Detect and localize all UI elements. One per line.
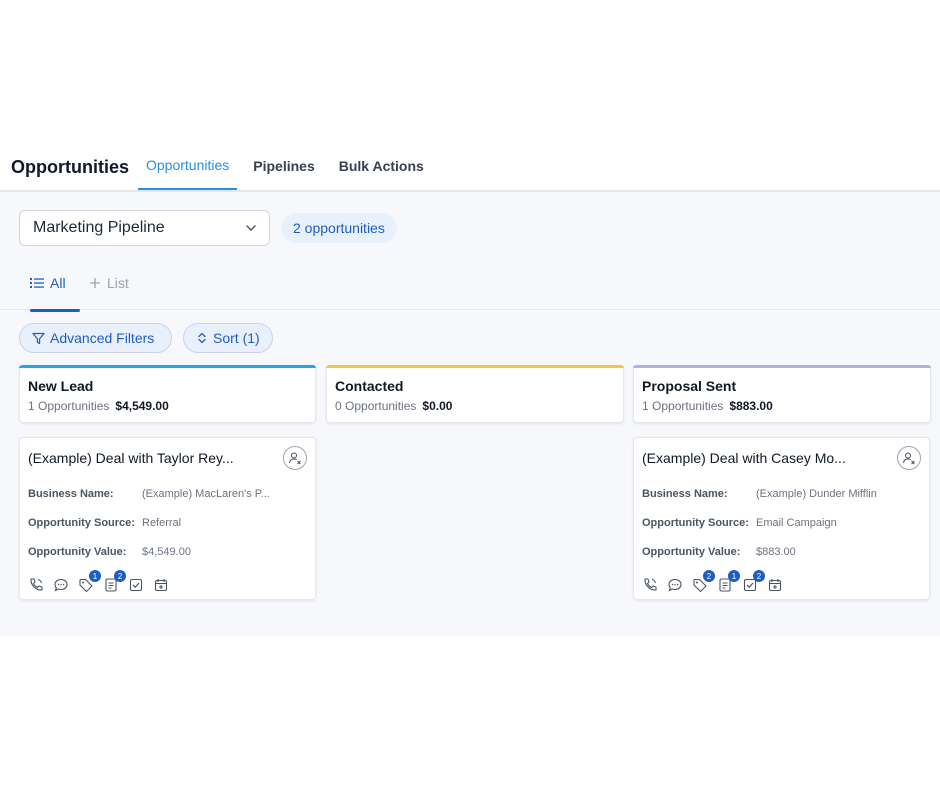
field-value: Referral [142,517,182,529]
stage-amount: $4,549.00 [115,399,169,413]
user-assign-icon [902,452,915,465]
tag-icon[interactable]: 1 [78,570,101,593]
stage-color-bar [19,365,316,368]
notes-count-badge: 1 [728,570,740,582]
opportunity-count-badge: 2 opportunities [281,213,397,243]
business-name-field: Business Name: (Example) MacLaren's P... [28,488,270,500]
stage-column-contacted: Contacted 0 Opportunities $0.00 [326,365,624,423]
business-name-field: Business Name: (Example) Dunder Mifflin [642,488,877,500]
stage-name: New Lead [28,378,94,394]
sort-icon [198,332,206,344]
stage-column-proposal-sent: Proposal Sent 1 Opportunities $883.00 [633,365,931,423]
filter-icon [32,332,45,344]
chat-icon[interactable] [667,577,683,593]
field-value: $4,549.00 [142,546,191,558]
calendar-add-icon[interactable] [767,577,783,593]
chat-icon[interactable] [53,577,69,593]
card-action-icons: 2 1 2 [642,570,792,593]
field-label: Opportunity Value: [28,546,127,558]
notes-icon[interactable]: 2 [103,570,126,593]
chevron-down-icon [246,225,256,231]
stage-amount: $883.00 [729,399,773,413]
tag-icon[interactable]: 2 [692,570,715,593]
stage-summary: 0 Opportunities $0.00 [335,399,452,413]
opportunities-app: Opportunities Opportunities Pipelines Bu… [0,142,940,636]
opportunity-title[interactable]: (Example) Deal with Casey Mo... [642,450,882,466]
field-value: (Example) MacLaren's P... [142,488,270,500]
stage-name: Contacted [335,378,404,394]
stage-name: Proposal Sent [642,378,737,394]
field-value: Email Campaign [756,517,837,529]
field-label: Business Name: [28,488,114,500]
view-tab-add-list[interactable]: List [89,262,129,304]
tasks-count-badge: 2 [753,570,765,582]
view-tab-all-label: All [50,275,66,291]
tab-bulk-actions[interactable]: Bulk Actions [331,142,432,190]
calendar-add-icon[interactable] [153,577,169,593]
plus-icon [90,278,100,288]
page-title: Opportunities [11,157,129,177]
list-icon [30,278,44,288]
field-label: Business Name: [642,488,728,500]
stage-amount: $0.00 [422,399,453,413]
field-label: Opportunity Value: [642,546,741,558]
field-value: (Example) Dunder Mifflin [756,488,877,500]
field-label: Opportunity Source: [642,517,749,529]
notes-count-badge: 2 [114,570,126,582]
task-check-icon[interactable] [128,577,144,593]
phone-icon[interactable] [642,577,658,593]
tab-pipelines[interactable]: Pipelines [245,142,322,190]
tag-count-badge: 1 [89,570,101,582]
tag-count-badge: 2 [703,570,715,582]
header-tabs: Opportunities Pipelines Bulk Actions [138,142,440,190]
pipeline-select-value: Marketing Pipeline [33,219,165,236]
stage-column-new-lead: New Lead 1 Opportunities $4,549.00 [19,365,316,423]
page-header: Opportunities Opportunities Pipelines Bu… [0,142,940,192]
advanced-filters-label: Advanced Filters [50,330,155,346]
sort-label: Sort (1) [213,330,260,346]
stage-summary: 1 Opportunities $883.00 [642,399,773,413]
card-action-icons: 1 2 [28,570,178,593]
field-label: Opportunity Source: [28,517,135,529]
pipeline-select[interactable]: Marketing Pipeline [19,210,270,246]
view-tab-list-label: List [107,275,129,291]
view-tabs: All List [0,262,940,312]
stage-count: 1 Opportunities [642,399,724,413]
tab-opportunities[interactable]: Opportunities [138,142,238,190]
pipeline-board: Marketing Pipeline 2 opportunities All L… [0,192,940,636]
user-assign-icon [288,452,301,465]
opportunity-card[interactable]: (Example) Deal with Casey Mo... Business… [633,437,930,600]
task-check-icon[interactable]: 2 [742,570,765,593]
opportunity-value-field: Opportunity Value: $883.00 [642,546,796,558]
advanced-filters-button[interactable]: Advanced Filters [19,323,172,353]
field-value: $883.00 [756,546,796,558]
opportunity-title[interactable]: (Example) Deal with Taylor Rey... [28,450,268,466]
view-tab-all[interactable]: All [30,262,80,312]
stage-count: 0 Opportunities [335,399,417,413]
stage-summary: 1 Opportunities $4,549.00 [28,399,169,413]
opportunity-card[interactable]: (Example) Deal with Taylor Rey... Busine… [19,437,316,600]
opportunity-source-field: Opportunity Source: Referral [28,517,181,529]
sort-button[interactable]: Sort (1) [183,323,273,353]
opportunity-source-field: Opportunity Source: Email Campaign [642,517,837,529]
stage-color-bar [326,365,624,368]
phone-icon[interactable] [28,577,44,593]
notes-icon[interactable]: 1 [717,570,740,593]
opportunity-value-field: Opportunity Value: $4,549.00 [28,546,191,558]
stage-color-bar [633,365,931,368]
stage-count: 1 Opportunities [28,399,110,413]
assign-user-button[interactable] [897,446,921,470]
assign-user-button[interactable] [283,446,307,470]
